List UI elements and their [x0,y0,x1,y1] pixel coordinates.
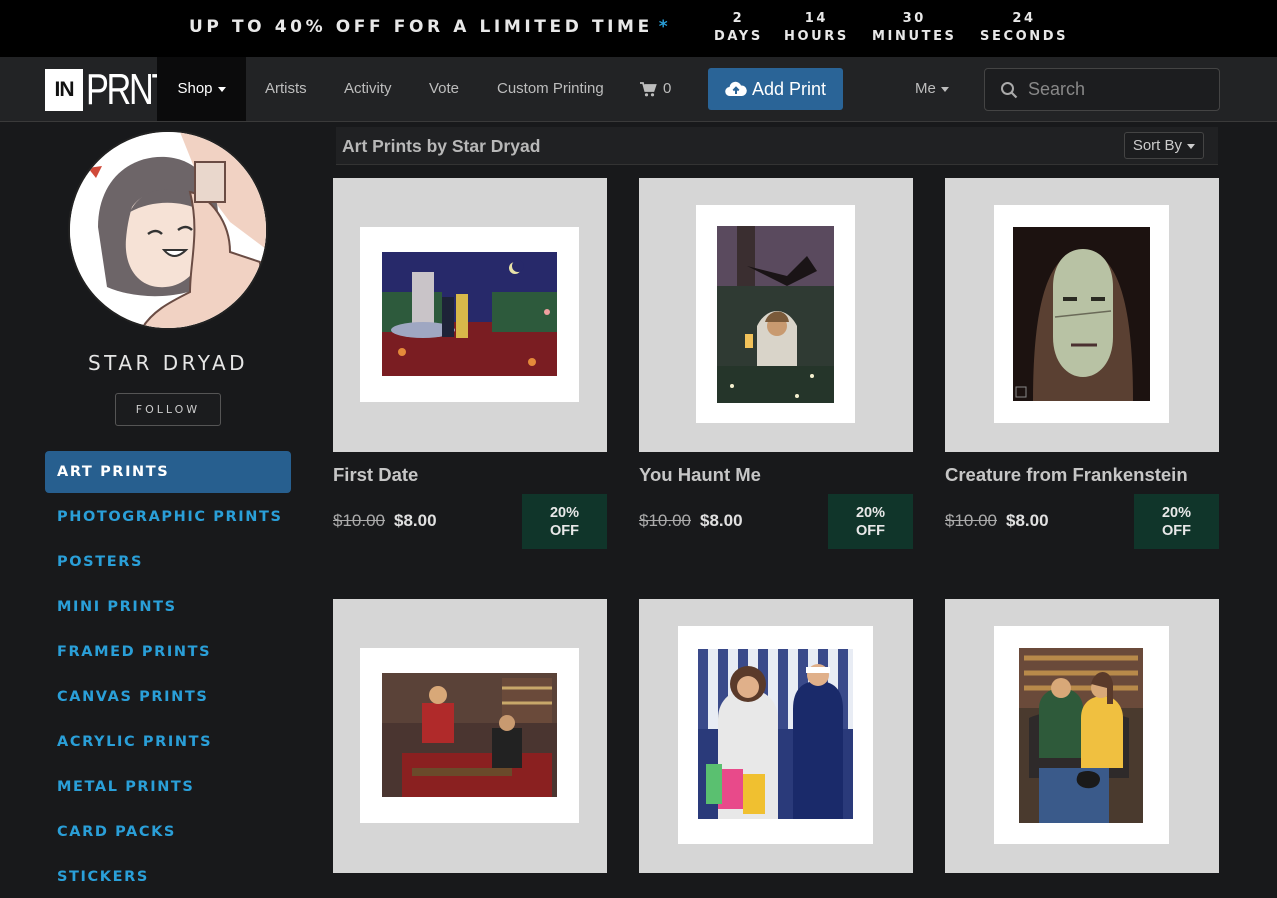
sidebar-item-mini-prints[interactable]: MINI PRINTS [45,586,291,628]
product-title[interactable]: Creature from Frankenstein [945,464,1188,486]
sale-price: $8.00 [1006,511,1049,530]
nav-me-dropdown[interactable]: Me [915,57,949,121]
product-title[interactable]: First Date [333,464,418,486]
artwork-creature-from-frankenstein [1013,227,1150,401]
chevron-down-icon [217,86,226,92]
artist-name: STAR DRYAD [87,351,249,375]
top-navbar: IN PRNT Shop Artists Activity Vote Custo… [0,57,1277,122]
countdown-hours: 14 HOURS [784,11,849,44]
search-box[interactable] [984,68,1220,111]
print-mat [994,626,1169,844]
cart-icon [640,81,657,96]
original-price: $10.00 [639,511,691,530]
sidebar-item-art-prints[interactable]: ART PRINTS [45,451,291,493]
nav-cart[interactable]: 0 [640,57,671,121]
print-mat [360,648,579,823]
nav-activity[interactable]: Activity [344,57,392,121]
sidebar-item-posters[interactable]: POSTERS [45,541,291,583]
print-mat [678,626,873,844]
promo-asterisk[interactable]: * [659,17,672,37]
promo-text: UP TO 40% OFF FOR A LIMITED TIME * [189,17,672,37]
original-price: $10.00 [333,511,385,530]
sidebar-item-framed-prints[interactable]: FRAMED PRINTS [45,631,291,673]
product-image-frame[interactable] [945,599,1219,873]
nav-vote[interactable]: Vote [429,57,459,121]
artwork-you-haunt-me [717,226,834,403]
search-icon [1001,81,1018,98]
product-title[interactable]: You Haunt Me [639,464,761,486]
artwork-first-date [382,252,557,376]
add-print-button[interactable]: Add Print [708,68,843,110]
page-title: Art Prints by Star Dryad [342,136,541,156]
sidebar-item-canvas-prints[interactable]: CANVAS PRINTS [45,676,291,718]
countdown-minutes: 30 MINUTES [872,11,957,44]
discount-badge: 20% OFF [828,494,913,549]
logo-in: IN [45,69,83,111]
nav-shop-dropdown[interactable]: Shop [157,57,246,121]
countdown-days: 2 DAYS [714,11,763,44]
sidebar-item-stickers[interactable]: STICKERS [45,856,291,898]
follow-button[interactable]: FOLLOW [115,393,221,426]
product-image-frame[interactable] [639,178,913,452]
sale-price: $8.00 [700,511,743,530]
sidebar-item-acrylic-prints[interactable]: ACRYLIC PRINTS [45,721,291,763]
sale-price: $8.00 [394,511,437,530]
cart-count: 0 [663,80,672,97]
cloud-upload-icon [725,81,747,97]
sidebar-item-card-packs[interactable]: CARD PACKS [45,811,291,853]
print-mat [360,227,579,402]
sidebar-item-metal-prints[interactable]: METAL PRINTS [45,766,291,808]
discount-badge: 20% OFF [522,494,607,549]
search-input[interactable] [1028,79,1208,100]
product-image-frame[interactable] [639,599,913,873]
artist-avatar[interactable] [68,130,268,330]
original-price: $10.00 [945,511,997,530]
sidebar-item-photographic-prints[interactable]: PHOTOGRAPHIC PRINTS [45,496,291,538]
chevron-down-icon [940,86,949,92]
print-mat [696,205,855,423]
discount-badge: 20% OFF [1134,494,1219,549]
product-image-frame[interactable] [333,599,607,873]
sort-by-dropdown[interactable]: Sort By [1123,132,1204,159]
artwork-cafe-scene [382,673,557,797]
gallery-header: Art Prints by Star Dryad Sort By [336,127,1218,165]
countdown-seconds: 24 SECONDS [980,11,1069,44]
artwork-couple-reading [1019,648,1143,823]
artwork-hellfire-club [698,649,853,819]
nav-artists[interactable]: Artists [265,57,307,121]
print-mat [994,205,1169,423]
product-image-frame[interactable] [333,178,607,452]
promo-banner: UP TO 40% OFF FOR A LIMITED TIME * 2 DAYS … [0,0,1277,57]
product-image-frame[interactable] [945,178,1219,452]
chevron-down-icon [1187,143,1195,149]
nav-custom-printing[interactable]: Custom Printing [497,57,604,121]
